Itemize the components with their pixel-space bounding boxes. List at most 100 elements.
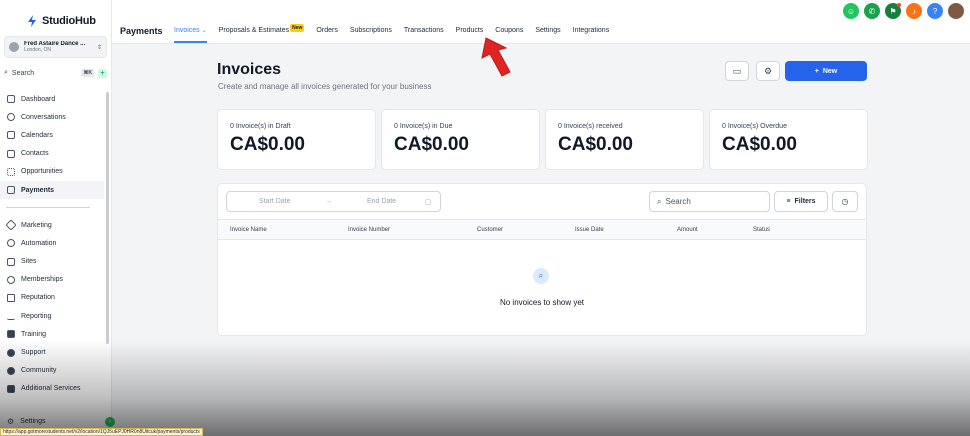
gear-icon: ⚙: [7, 416, 15, 426]
account-switcher[interactable]: Fred Astaire Dance ... London, ON ⇕: [4, 36, 107, 58]
sidebar-scrollbar[interactable]: [106, 92, 109, 344]
sites-icon: [7, 257, 15, 266]
app-logo[interactable]: StudioHub: [0, 0, 111, 32]
arrow-right-icon: →: [325, 198, 332, 205]
stat-label: 0 Invoice(s) in Draft: [230, 123, 291, 130]
sidebar-search[interactable]: ⌕ Search ⌘K +: [0, 66, 111, 80]
sidebar-item-label: Opportunities: [21, 168, 63, 176]
community-icon: [7, 366, 15, 375]
invoice-search-input[interactable]: ⌕ Search: [649, 191, 770, 212]
column-header[interactable]: Amount: [677, 227, 698, 233]
feedback-button[interactable]: ▭: [725, 61, 749, 81]
sidebar-item-label: Training: [21, 330, 47, 338]
column-header[interactable]: Customer: [477, 227, 503, 233]
sidebar-item-opportunities[interactable]: Opportunities: [0, 163, 104, 181]
account-location: London, ON: [24, 47, 51, 53]
end-date-field[interactable]: End Date: [367, 198, 396, 205]
history-button[interactable]: ◷: [832, 191, 858, 212]
top-icon-group: ☺ ✆ ⚑ ♪ ?: [843, 3, 964, 19]
sidebar-search-label: Search: [11, 69, 35, 77]
megaphone-icon[interactable]: ⚑: [885, 3, 901, 19]
sidebar-item-label: Reputation: [21, 294, 55, 302]
column-header[interactable]: Status: [753, 227, 770, 233]
new-button-label: New: [822, 67, 838, 75]
sidebar-item-label: Support: [21, 349, 46, 357]
sidebar-item-label: Marketing: [21, 221, 52, 229]
sidebar-item-training[interactable]: Training: [0, 325, 104, 343]
invoices-panel: Start Date → End Date ▢ ⌕ Search ≡ Filte…: [217, 183, 867, 336]
empty-state-text: No invoices to show yet: [499, 298, 585, 307]
search-placeholder: Search: [665, 197, 691, 206]
page-title: Invoices: [217, 61, 282, 78]
settings-button[interactable]: ⚙: [756, 61, 780, 81]
bell-icon[interactable]: ♪: [906, 3, 922, 19]
help-icon[interactable]: ?: [927, 3, 943, 19]
sidebar-item-dashboard[interactable]: Dashboard: [0, 90, 104, 108]
stat-card-overdue: 0 Invoice(s) Overdue CA$0.00: [709, 109, 868, 170]
dashboard-icon: [7, 95, 15, 104]
tab-products[interactable]: Products: [456, 27, 484, 34]
cart-icon: [7, 384, 15, 393]
tab-coupons[interactable]: Coupons: [495, 27, 523, 34]
column-header[interactable]: Invoice Name: [230, 227, 267, 233]
star-icon: [7, 293, 15, 302]
sidebar-item-reporting[interactable]: Reporting: [0, 307, 104, 325]
sidebar-item-payments[interactable]: Payments: [0, 180, 104, 200]
phone-icon[interactable]: ✆: [864, 3, 880, 19]
tab-transactions[interactable]: Transactions: [404, 27, 444, 34]
sidebar-item-memberships[interactable]: Memberships: [0, 271, 104, 289]
stat-label: 0 Invoice(s) received: [558, 123, 623, 130]
sidebar-item-additional-services[interactable]: Additional Services: [0, 380, 104, 398]
gear-icon: ⚙: [763, 65, 773, 76]
quick-add-button[interactable]: +: [98, 68, 107, 78]
sidebar-item-label: Contacts: [21, 150, 49, 158]
sidebar-item-label: Payments: [21, 186, 55, 194]
tab-settings[interactable]: Settings: [535, 27, 560, 34]
new-invoice-button[interactable]: + New: [785, 61, 867, 81]
tab-orders[interactable]: Orders: [316, 27, 337, 34]
tab-subscriptions[interactable]: Subscriptions: [350, 27, 392, 34]
sidebar-item-sites[interactable]: Sites: [0, 253, 104, 271]
sidebar-item-calendars[interactable]: Calendars: [0, 126, 104, 144]
calendar-icon: [7, 131, 15, 140]
filters-label: Filters: [794, 198, 816, 205]
tab-proposals-estimates[interactable]: Proposals & Estimates New: [219, 24, 305, 34]
filter-icon: ≡: [786, 198, 791, 205]
stat-value: CA$0.00: [230, 134, 305, 155]
app-name: StudioHub: [42, 15, 96, 27]
section-title: Payments: [120, 26, 163, 36]
sidebar-item-label: Reporting: [21, 312, 52, 320]
top-bar: Payments Invoices ⌄ Proposals & Estimates…: [112, 0, 970, 44]
tab-integrations[interactable]: Integrations: [573, 27, 610, 34]
contact-icon[interactable]: ☺: [843, 3, 859, 19]
send-icon: [5, 219, 17, 231]
sidebar-item-automation[interactable]: Automation: [0, 234, 104, 252]
start-date-field[interactable]: Start Date: [259, 198, 291, 205]
sidebar-item-contacts[interactable]: Contacts: [0, 145, 104, 163]
annotation-arrow-icon: [481, 37, 511, 77]
tab-invoices[interactable]: Invoices ⌄: [174, 27, 207, 43]
payments-icon: [7, 186, 15, 195]
empty-search-icon: ⌕: [533, 268, 549, 284]
sidebar-item-community[interactable]: Community: [0, 362, 104, 380]
sidebar-nav: Dashboard Conversations Calendars Contac…: [0, 90, 104, 398]
sidebar-item-reputation[interactable]: Reputation: [0, 289, 104, 307]
book-icon: [7, 330, 15, 339]
collapse-sidebar-button[interactable]: ‹: [105, 417, 115, 427]
sidebar-item-marketing[interactable]: Marketing: [0, 216, 104, 234]
column-header[interactable]: Invoice Number: [348, 227, 390, 233]
logo-bolt-icon: [28, 15, 36, 27]
sidebar-item-support[interactable]: Support: [0, 343, 104, 361]
sidebar-item-settings[interactable]: ⚙ Settings: [0, 413, 112, 429]
stat-label: 0 Invoice(s) in Due: [394, 123, 453, 130]
sidebar-item-conversations[interactable]: Conversations: [0, 108, 104, 126]
column-header[interactable]: Issue Date: [575, 227, 604, 233]
filters-button[interactable]: ≡ Filters: [774, 191, 828, 212]
avatar[interactable]: [948, 3, 964, 19]
date-range-picker[interactable]: Start Date → End Date ▢: [226, 191, 441, 212]
stat-value: CA$0.00: [558, 134, 633, 155]
trend-icon: [7, 312, 15, 321]
stat-card-draft: 0 Invoice(s) in Draft CA$0.00: [217, 109, 376, 170]
stat-card-received: 0 Invoice(s) received CA$0.00: [545, 109, 704, 170]
search-icon: ⌕: [657, 196, 662, 206]
